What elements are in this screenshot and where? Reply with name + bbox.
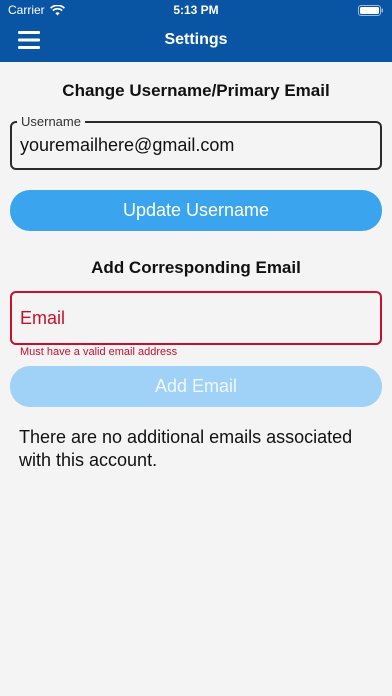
battery-icon	[358, 5, 383, 16]
username-field[interactable]: Username	[10, 114, 382, 170]
add-email-button[interactable]: Add Email	[10, 366, 382, 407]
nav-bar: Settings	[0, 20, 392, 62]
status-time: 5:13 PM	[173, 3, 219, 17]
username-input[interactable]	[20, 123, 375, 168]
update-username-button[interactable]: Update Username	[10, 190, 382, 231]
email-field[interactable]	[10, 291, 382, 345]
add-email-heading: Add Corresponding Email	[91, 258, 301, 277]
page-title: Settings	[164, 31, 228, 48]
email-input[interactable]	[20, 293, 375, 343]
no-emails-message: There are no additional emails associate…	[19, 427, 353, 470]
change-username-heading: Change Username/Primary Email	[62, 81, 330, 100]
email-error-message: Must have a valid email address	[20, 346, 178, 358]
status-bar: Carrier 5:13 PM	[0, 0, 392, 20]
